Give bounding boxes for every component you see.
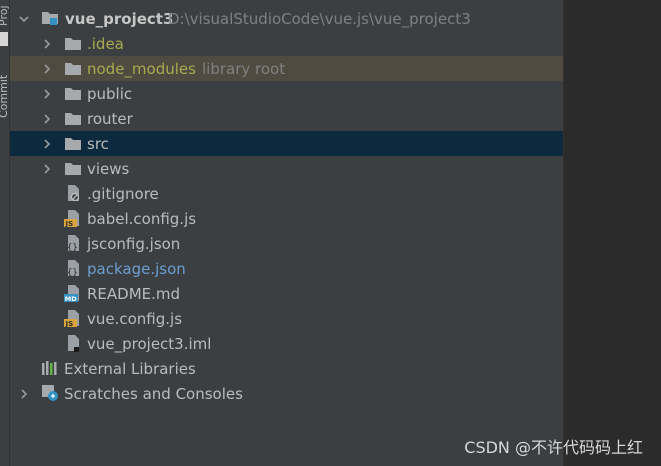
tree-row-file[interactable]: {} jsconfig.json bbox=[10, 231, 563, 256]
side-tool-strip: Proj Commit bbox=[0, 0, 10, 466]
folder-icon bbox=[64, 60, 82, 78]
markdown-file-icon: MD bbox=[64, 284, 82, 303]
svg-text:MD: MD bbox=[65, 295, 77, 302]
json-file-icon: {} bbox=[64, 259, 82, 278]
library-root-note: library root bbox=[202, 59, 286, 78]
gitignore-file-icon bbox=[64, 184, 82, 202]
folder-label: .idea bbox=[87, 34, 124, 53]
tree-row-folder[interactable]: views bbox=[10, 156, 563, 181]
tool-window-marker bbox=[0, 32, 8, 46]
scratches-icon bbox=[41, 384, 59, 402]
file-label: babel.config.js bbox=[87, 209, 197, 228]
tree-row-scratches[interactable]: Scratches and Consoles bbox=[10, 381, 563, 406]
folder-icon bbox=[64, 160, 82, 178]
project-name: vue_project3 bbox=[65, 9, 174, 28]
file-label: vue.config.js bbox=[87, 309, 183, 328]
chevron-right-icon[interactable] bbox=[41, 38, 53, 50]
scratches-label: Scratches and Consoles bbox=[64, 384, 243, 403]
folder-icon bbox=[64, 85, 82, 103]
tree-row-file[interactable]: vue_project3.iml bbox=[10, 331, 563, 356]
folder-label: public bbox=[87, 84, 133, 103]
svg-text:{}: {} bbox=[67, 268, 78, 277]
folder-label: src bbox=[87, 134, 109, 153]
tree-row-file[interactable]: .gitignore bbox=[10, 181, 563, 206]
js-file-icon: JS bbox=[64, 209, 82, 228]
external-libraries-label: External Libraries bbox=[64, 359, 196, 378]
tree-row-external-libraries[interactable]: External Libraries bbox=[10, 356, 563, 381]
iml-file-icon bbox=[64, 334, 82, 352]
tree-row-folder[interactable]: node_modules library root bbox=[10, 56, 563, 81]
svg-text:{}: {} bbox=[67, 243, 78, 252]
tree-row-file[interactable]: MD README.md bbox=[10, 281, 563, 306]
file-label: jsconfig.json bbox=[87, 234, 181, 253]
project-path: D:\visualStudioCode\vue.js\vue_project3 bbox=[168, 9, 471, 28]
file-label: .gitignore bbox=[87, 184, 159, 203]
editor-area bbox=[563, 0, 661, 466]
tree-row-folder[interactable]: public bbox=[10, 81, 563, 106]
watermark: CSDN @不许代码码上红 bbox=[464, 438, 643, 457]
tree-row-folder-selected[interactable]: src bbox=[10, 131, 563, 156]
folder-icon bbox=[64, 35, 82, 53]
tree-row-file[interactable]: {} package.json bbox=[10, 256, 563, 281]
tree-row-folder[interactable]: .idea bbox=[10, 31, 563, 56]
chevron-right-icon[interactable] bbox=[41, 88, 53, 100]
chevron-right-icon[interactable] bbox=[41, 163, 53, 175]
chevron-right-icon[interactable] bbox=[41, 138, 53, 150]
folder-label: node_modules bbox=[87, 59, 196, 78]
folder-icon bbox=[64, 135, 82, 153]
file-label: package.json bbox=[87, 259, 186, 278]
tree-row-file[interactable]: JS babel.config.js bbox=[10, 206, 563, 231]
chevron-right-icon[interactable] bbox=[18, 388, 30, 400]
tree-row-folder[interactable]: router bbox=[10, 106, 563, 131]
file-label: README.md bbox=[87, 284, 181, 303]
commit-tool-tab[interactable]: Commit bbox=[0, 60, 9, 118]
file-label: vue_project3.iml bbox=[87, 334, 212, 353]
svg-text:JS: JS bbox=[65, 320, 74, 327]
folder-icon bbox=[64, 110, 82, 128]
chevron-right-icon[interactable] bbox=[41, 63, 53, 75]
js-file-icon: JS bbox=[64, 309, 82, 328]
tree-row-file[interactable]: JS vue.config.js bbox=[10, 306, 563, 331]
svg-text:JS: JS bbox=[65, 220, 74, 227]
project-tool-tab[interactable]: Proj bbox=[0, 0, 9, 26]
chevron-right-icon[interactable] bbox=[41, 113, 53, 125]
chevron-down-icon[interactable] bbox=[18, 13, 30, 25]
project-tree: vue_project3 D:\visualStudioCode\vue.js\… bbox=[10, 0, 563, 466]
folder-label: router bbox=[87, 109, 133, 128]
project-folder-icon bbox=[41, 9, 59, 27]
json-file-icon: {} bbox=[64, 234, 82, 253]
libraries-icon bbox=[41, 359, 59, 377]
tree-row-project-root[interactable]: vue_project3 D:\visualStudioCode\vue.js\… bbox=[10, 6, 563, 31]
folder-label: views bbox=[87, 159, 130, 178]
